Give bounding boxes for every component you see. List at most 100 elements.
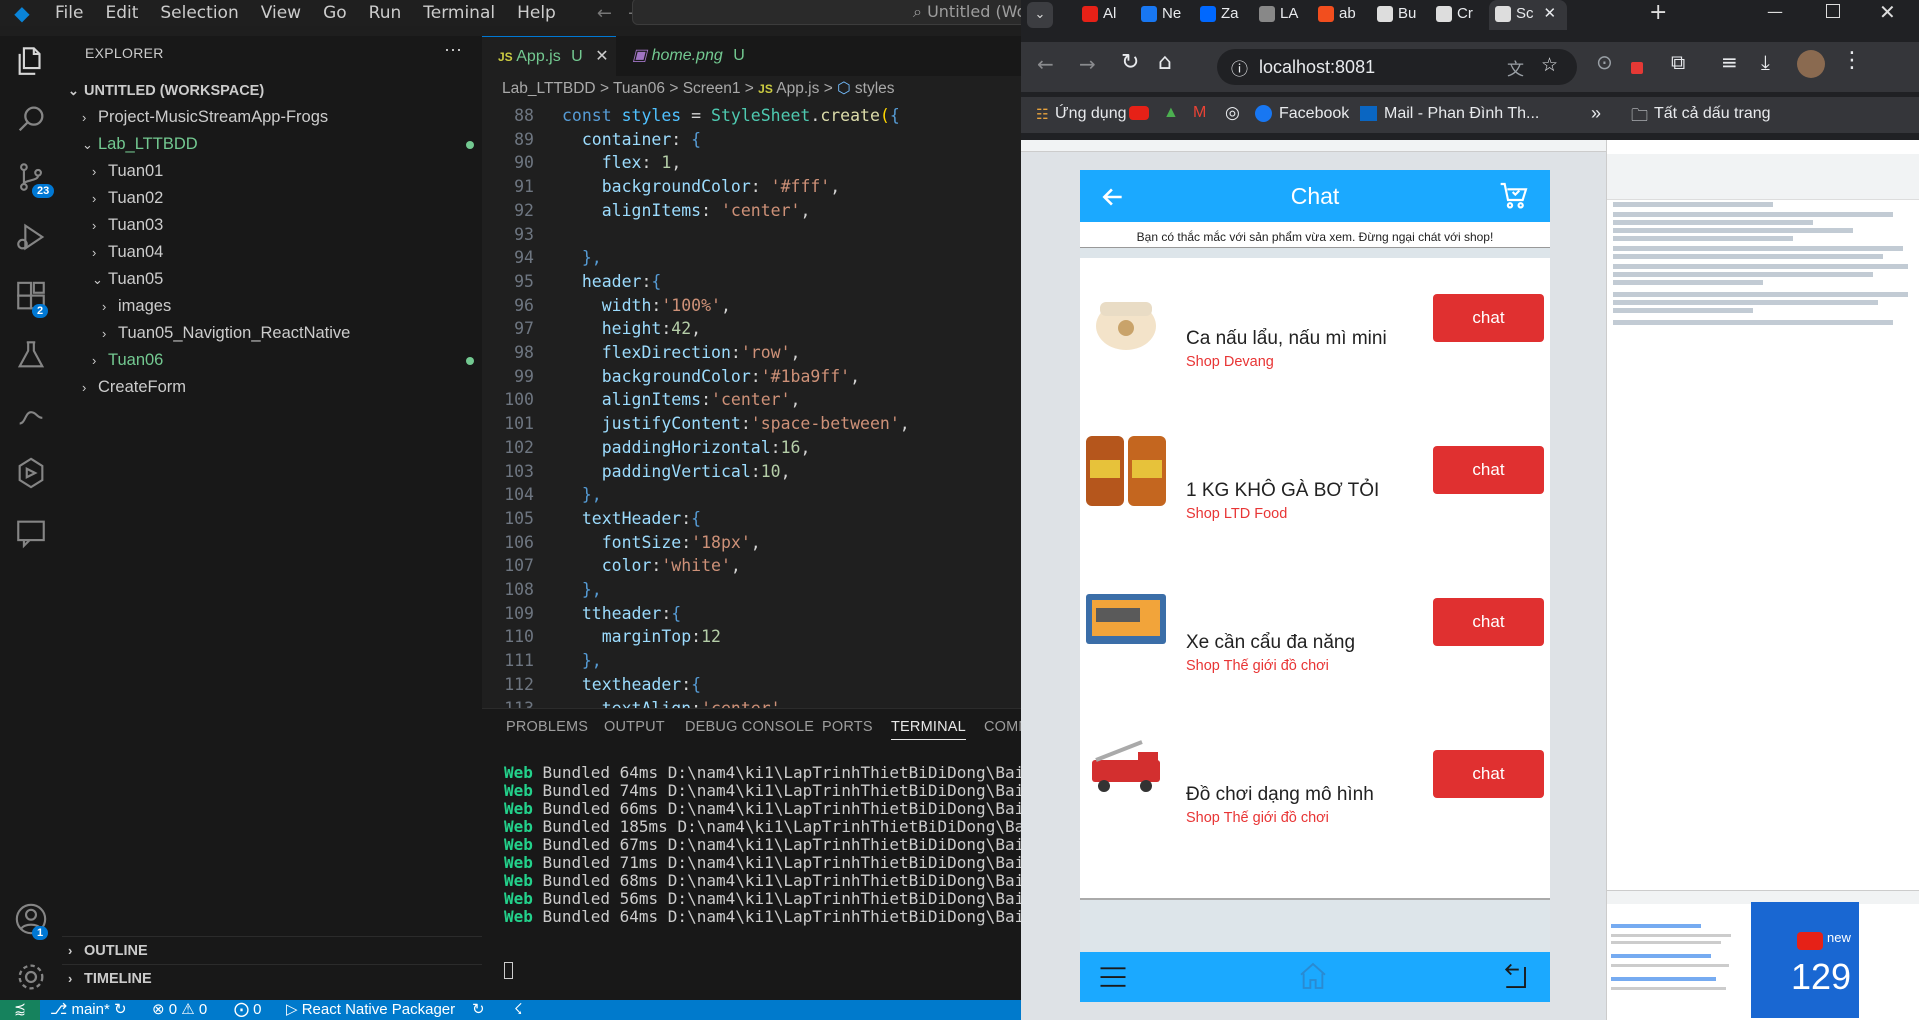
code-line[interactable]: 108 }, <box>482 578 1021 602</box>
menu-go[interactable]: Go <box>312 3 358 23</box>
menu-terminal[interactable]: Terminal <box>412 3 506 23</box>
code-line[interactable]: 109 ttheader:{ <box>482 602 1021 626</box>
code-line[interactable]: 113 textAlign:'center', <box>482 697 1021 709</box>
problems-status[interactable]: ⊗ 0 ⚠ 0 <box>152 1000 207 1018</box>
packager-status[interactable]: ▷ React Native Packager <box>286 1000 455 1018</box>
command-center-search[interactable]: ⌕ Untitled (Wo <box>632 0 1032 25</box>
chrome-tab[interactable]: Za <box>1194 0 1252 30</box>
chrome-tab[interactable]: Bu <box>1371 0 1429 30</box>
code-line[interactable]: 88 const styles = StyleSheet.create({ <box>482 104 1021 128</box>
tree-item-tuan02[interactable]: › Tuan02 <box>62 185 482 212</box>
extensions-puzzle-icon[interactable]: ⧉ <box>1671 50 1685 74</box>
chat-button[interactable]: chat <box>1433 294 1544 342</box>
breadcrumb-item[interactable]: Screen1 <box>683 80 741 97</box>
remote-explorer-icon[interactable] <box>14 398 48 432</box>
bookmark-all[interactable]: Tất cả dấu trang <box>1654 105 1771 123</box>
bookmark-apps[interactable]: Ứng dụng <box>1055 105 1127 123</box>
chrome-tab[interactable]: Sc ✕ <box>1489 0 1567 30</box>
tab-output[interactable]: OUTPUT <box>604 719 665 735</box>
chrome-tab[interactable]: ab <box>1312 0 1370 30</box>
bookmark-star-icon[interactable]: ☆ <box>1541 54 1558 76</box>
tree-item-tuan04[interactable]: › Tuan04 <box>62 239 482 266</box>
chrome-tab[interactable]: Ne <box>1135 0 1193 30</box>
code-line[interactable]: 91 backgroundColor: '#fff', <box>482 175 1021 199</box>
gmail-icon[interactable]: M <box>1193 104 1206 122</box>
code-line[interactable]: 101 justifyContent:'space-between', <box>482 412 1021 436</box>
react-native-icon[interactable] <box>14 456 48 490</box>
code-line[interactable]: 110 marginTop:12 <box>482 625 1021 649</box>
code-line[interactable]: 92 alignItems: 'center', <box>482 199 1021 223</box>
back-arrow-icon[interactable] <box>1100 184 1126 210</box>
back-arrow-icon[interactable]: ← <box>597 3 612 24</box>
chrome-tab[interactable]: LA <box>1253 0 1311 30</box>
menu-file[interactable]: File <box>44 3 94 23</box>
explorer-icon[interactable] <box>14 44 48 78</box>
translate-icon[interactable]: 文 <box>1507 55 1524 80</box>
code-line[interactable]: 107 color:'white', <box>482 554 1021 578</box>
download-icon[interactable]: ⤓ <box>1761 50 1770 74</box>
minimize-icon[interactable]: — <box>1767 2 1783 21</box>
close-tab-icon[interactable]: ✕ <box>1544 5 1557 22</box>
menu-hamburger-icon[interactable] <box>1098 964 1128 990</box>
refresh-icon[interactable]: ↻ <box>472 1000 485 1018</box>
media-control-icon[interactable]: ≡ <box>1721 50 1738 74</box>
tab-problems[interactable]: PROBLEMS <box>506 719 588 735</box>
window-close-icon[interactable]: ✕ <box>1879 0 1896 24</box>
code-editor[interactable]: JS App.js U ✕ ▣ home.png U Lab_LTTBDD > … <box>482 36 1021 708</box>
tab-debug-console[interactable]: DEBUG CONSOLE <box>685 719 814 735</box>
ports-status[interactable]: ⨀ 0 <box>234 1000 262 1018</box>
chat-button[interactable]: chat <box>1433 446 1544 494</box>
more-actions-icon[interactable]: ⋯ <box>444 40 462 61</box>
back-arrow-icon[interactable]: ← <box>1037 52 1054 76</box>
cart-icon[interactable] <box>1498 180 1530 212</box>
tab-ports[interactable]: PORTS <box>822 719 873 735</box>
lightning-icon[interactable]: ☇ <box>514 1000 523 1018</box>
comments-icon[interactable] <box>14 516 48 550</box>
menu-selection[interactable]: Selection <box>149 3 249 23</box>
tree-item-project-musicstream[interactable]: › Project-MusicStreamApp-Frogs <box>62 104 482 131</box>
chat-button[interactable]: chat <box>1433 750 1544 798</box>
code-line[interactable]: 94 }, <box>482 246 1021 270</box>
red-extension-icon[interactable] <box>1631 62 1643 74</box>
code-line[interactable]: 90 flex: 1, <box>482 151 1021 175</box>
home-icon[interactable] <box>1296 960 1330 992</box>
code-line[interactable]: 106 fontSize:'18px', <box>482 531 1021 555</box>
code-line[interactable]: 93 <box>482 223 1021 247</box>
code-line[interactable]: 98 flexDirection:'row', <box>482 341 1021 365</box>
return-arrow-icon[interactable] <box>1498 962 1532 992</box>
menu-edit[interactable]: Edit <box>94 3 149 23</box>
code-line[interactable]: 100 alignItems:'center', <box>482 388 1021 412</box>
code-line[interactable]: 103 paddingVertical:10, <box>482 460 1021 484</box>
workspace-root[interactable]: ⌄ UNTITLED (WORKSPACE) <box>62 77 482 104</box>
search-icon[interactable] <box>14 102 48 136</box>
chrome-menu-icon[interactable]: ⋮ <box>1841 48 1863 73</box>
menu-help[interactable]: Help <box>506 3 567 23</box>
code-line[interactable]: 112 textheader:{ <box>482 673 1021 697</box>
tree-item-tuan05[interactable]: ⌄ Tuan05 <box>62 266 482 293</box>
breadcrumb-item[interactable]: styles <box>855 80 895 97</box>
tree-item-tuan01[interactable]: › Tuan01 <box>62 158 482 185</box>
remote-indicator-icon[interactable]: ⪷ <box>0 1000 40 1020</box>
code-line[interactable]: 99 backgroundColor:'#1ba9ff', <box>482 365 1021 389</box>
breadcrumb-item[interactable]: App.js <box>776 80 819 97</box>
menu-view[interactable]: View <box>250 3 312 23</box>
settings-gear-icon[interactable] <box>14 960 48 994</box>
code-line[interactable]: 104 }, <box>482 483 1021 507</box>
tree-item-lab-lttbdd[interactable]: ⌄ Lab_LTTBDD <box>62 131 482 158</box>
new-tab-icon[interactable]: + <box>1649 0 1667 25</box>
testing-flask-icon[interactable] <box>14 338 48 372</box>
code-line[interactable]: 89 container: { <box>482 128 1021 152</box>
tree-item-tuan03[interactable]: › Tuan03 <box>62 212 482 239</box>
close-icon[interactable]: ✕ <box>595 48 608 65</box>
compass-extension-icon[interactable]: ⊙ <box>1596 50 1613 74</box>
forward-arrow-icon[interactable]: → <box>1079 52 1096 76</box>
menu-run[interactable]: Run <box>358 3 413 23</box>
tree-item-images[interactable]: › images <box>62 293 482 320</box>
bookmark-facebook[interactable]: Facebook <box>1279 105 1349 123</box>
tab-home-png[interactable]: ▣ home.png U <box>616 36 764 76</box>
terminal-output[interactable]: Web Bundled 64ms D:\nam4\ki1\LapTrinhThi… <box>482 762 1021 992</box>
tree-item-tuan06[interactable]: › Tuan06 <box>62 347 482 374</box>
code-line[interactable]: 105 textHeader:{ <box>482 507 1021 531</box>
code-line[interactable]: 96 width:'100%', <box>482 294 1021 318</box>
home-icon[interactable]: ⌂ <box>1158 50 1172 75</box>
